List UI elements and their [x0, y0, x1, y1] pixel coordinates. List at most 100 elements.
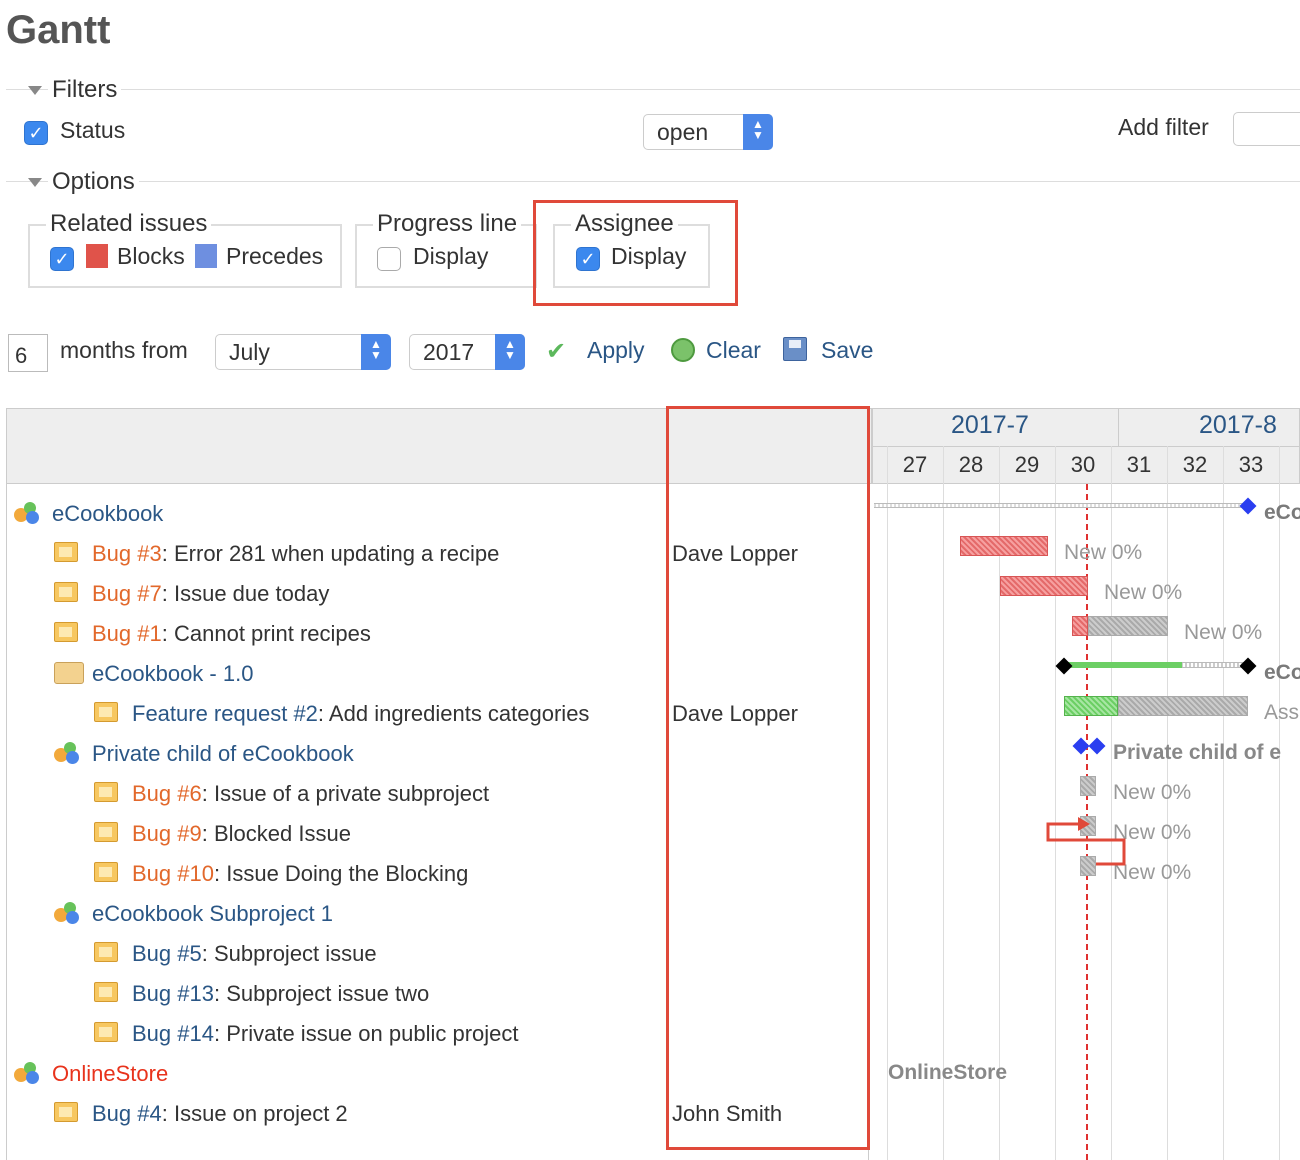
issue-link[interactable]: Bug #5 [132, 941, 202, 966]
issue-icon [54, 622, 78, 642]
project-ecookbook-bar-label: eCo [1264, 501, 1300, 524]
week-header: 3 [1279, 452, 1300, 478]
project-icon [14, 1062, 40, 1084]
week-header: 27 [902, 452, 928, 477]
bug7-bar-label: New 0% [1104, 581, 1183, 604]
bug7-bar[interactable] [1000, 576, 1088, 596]
blocks-label: Blocks [117, 243, 185, 269]
collapse-filters-icon[interactable] [28, 86, 42, 95]
week-header: 33 [1238, 452, 1264, 477]
project-row-name: OnlineStore [52, 1061, 168, 1087]
issue-icon [94, 702, 118, 722]
status-operator-value: open [657, 119, 709, 145]
issue-row-subject: Bug #10: Issue Doing the Blocking [132, 861, 469, 886]
issue-link[interactable]: Bug #14 [132, 1021, 214, 1046]
bug6-bar[interactable] [1080, 776, 1096, 796]
onlinestore-bar-label: OnlineStore [888, 1061, 1008, 1084]
options-divider [6, 181, 1300, 182]
issue-link[interactable]: Bug #6 [132, 781, 202, 806]
feature2-bar[interactable] [1118, 696, 1248, 716]
checkmark-icon: ✔ [546, 338, 567, 365]
week-gridline [943, 446, 944, 1160]
related-issues-checkbox[interactable]: ✓ [50, 247, 74, 271]
week-header: 28 [958, 452, 984, 477]
months-input[interactable]: 6 [8, 334, 48, 372]
filters-legend[interactable]: Filters [48, 76, 122, 104]
issue-link[interactable]: Bug #1 [92, 621, 162, 646]
progress-line-legend: Progress line [373, 210, 522, 238]
month-header-aug: 2017-8 [1199, 411, 1277, 439]
add-filter-select[interactable] [1233, 112, 1300, 146]
save-icon [783, 337, 807, 361]
save-link[interactable]: Save [821, 337, 873, 364]
issue-row-subject: Bug #4: Issue on project 2 [92, 1101, 348, 1126]
apply-link[interactable]: Apply [587, 337, 645, 364]
status-filter-checkbox[interactable]: ✓ [24, 121, 48, 145]
feature2-bar-label: Ass [1264, 701, 1300, 724]
blocks-relation-arrow [1046, 817, 1126, 866]
progress-line-checkbox[interactable] [377, 247, 401, 271]
issue-icon [94, 1022, 118, 1042]
issue-link[interactable]: Bug #4 [92, 1101, 162, 1126]
month-select-value: July [229, 339, 270, 365]
year-select[interactable]: 2017 ▲ ▼ [409, 334, 525, 370]
package-icon [54, 662, 84, 684]
project-row-name: Private child of eCookbook [92, 741, 354, 767]
week-gridline [887, 446, 888, 1160]
status-operator-select[interactable]: open ▲ ▼ [643, 114, 773, 150]
row-link[interactable]: OnlineStore [52, 1061, 168, 1086]
month-header-jul: 2017-7 [951, 411, 1029, 439]
select-arrows-icon: ▲ ▼ [361, 334, 391, 370]
row-link[interactable]: eCookbook Subproject 1 [92, 901, 333, 926]
private-child-end-marker [1088, 737, 1106, 755]
row-link[interactable]: eCookbook - 1.0 [92, 661, 253, 686]
month-select[interactable]: July ▲ ▼ [215, 334, 391, 370]
issue-row-subject: Bug #5: Subproject issue [132, 941, 377, 966]
assignee-column-highlight [666, 406, 870, 1150]
row-link[interactable]: Private child of eCookbook [92, 741, 354, 766]
week-gridline [1279, 446, 1280, 1160]
bug1-bar-label: New 0% [1184, 621, 1263, 644]
assignee-highlight-box [533, 200, 738, 306]
issue-row-subject: Bug #13: Subproject issue two [132, 981, 430, 1006]
project-icon [54, 902, 80, 924]
issue-icon [54, 542, 78, 562]
options-legend[interactable]: Options [48, 168, 139, 196]
project-end-marker [1239, 497, 1257, 515]
issue-row-subject: Bug #6: Issue of a private subproject [132, 781, 490, 806]
issue-link[interactable]: Bug #10 [132, 861, 214, 886]
reload-icon [671, 338, 695, 362]
issue-row-subject: Feature request #2: Add ingredients cate… [132, 701, 590, 726]
blocks-color-swatch [86, 244, 108, 268]
year-select-value: 2017 [423, 339, 475, 365]
select-arrows-icon: ▲ ▼ [495, 334, 525, 370]
page-title: Gantt [6, 8, 111, 52]
week-header: 29 [1014, 452, 1040, 477]
status-filter-label: Status [60, 117, 126, 143]
feature2-bar-done[interactable] [1064, 696, 1118, 716]
version-progress [1064, 662, 1182, 668]
issue-link[interactable]: Bug #3 [92, 541, 162, 566]
project-icon [14, 502, 40, 524]
version-end-marker [1239, 657, 1257, 675]
issue-row-subject: Bug #3: Error 281 when updating a recipe [92, 541, 500, 566]
bug1-bar[interactable] [1088, 616, 1168, 636]
project-ecookbook-bar [874, 503, 1244, 508]
precedes-color-swatch [195, 244, 217, 268]
version-start-marker [1055, 657, 1073, 675]
collapse-options-icon[interactable] [28, 178, 42, 187]
issue-icon [54, 1102, 78, 1122]
bug1-bar-late[interactable] [1072, 616, 1088, 636]
private-child-bar-label: Private child of e [1113, 741, 1282, 764]
bug3-bar[interactable] [960, 536, 1048, 556]
related-issues-legend: Related issues [46, 210, 212, 238]
issue-link[interactable]: Bug #13 [132, 981, 214, 1006]
issue-link[interactable]: Bug #9 [132, 821, 202, 846]
issue-link[interactable]: Feature request #2 [132, 701, 318, 726]
issue-icon [94, 862, 118, 882]
row-link[interactable]: eCookbook [52, 501, 163, 526]
issue-link[interactable]: Bug #7 [92, 581, 162, 606]
issue-row-subject: Bug #9: Blocked Issue [132, 821, 351, 846]
clear-link[interactable]: Clear [706, 337, 761, 364]
months-from-label: months from [60, 337, 188, 363]
